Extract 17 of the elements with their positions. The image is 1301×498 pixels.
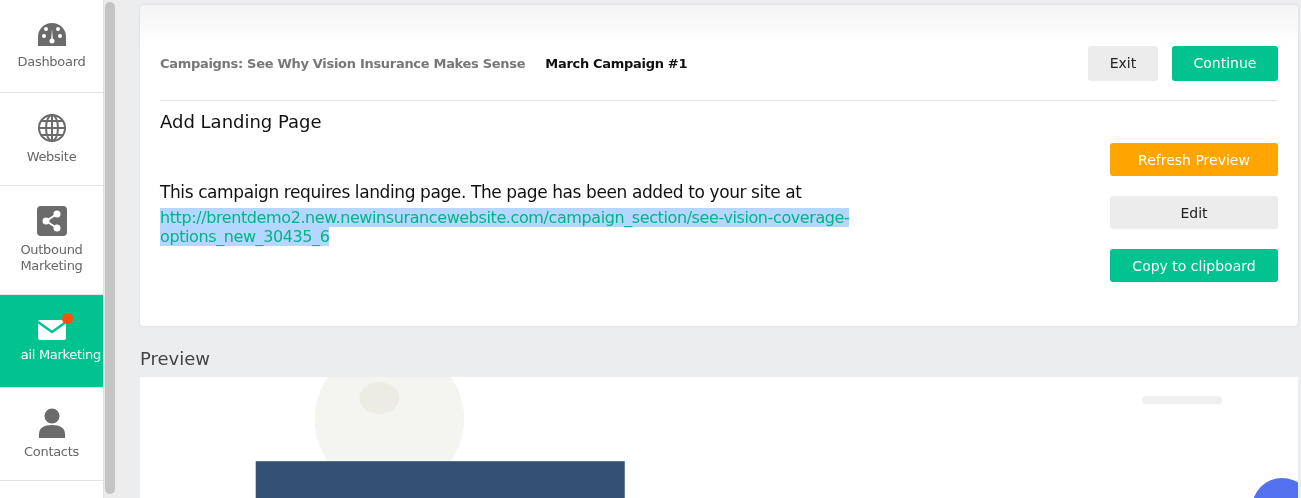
share-icon [36, 206, 67, 236]
globe-icon [36, 113, 67, 143]
campaign-name: March Campaign #1 [545, 55, 688, 71]
envelope-icon [36, 319, 67, 341]
scrollbar[interactable] [105, 2, 115, 494]
gauge-icon [36, 22, 67, 48]
section-title: Add Landing Page [160, 111, 323, 132]
sidebar-item[interactable]: Contacts [0, 388, 103, 481]
sidebar-item[interactable]: Outbound Marketing [0, 186, 103, 295]
breadcrumb: Campaigns: See Why Vision Insurance Makes Sense [160, 55, 526, 71]
person-icon [37, 408, 66, 438]
preview-title: Preview [140, 347, 212, 371]
exit-button[interactable]: Exit [1088, 45, 1158, 81]
message-text: This campaign requires landing page. The page has been added to your site at [160, 182, 803, 202]
action-button[interactable]: Edit [1110, 196, 1278, 229]
sidebar-item[interactable]: Dashboard [0, 0, 103, 93]
sidebar-item[interactable]: Website [0, 93, 103, 186]
